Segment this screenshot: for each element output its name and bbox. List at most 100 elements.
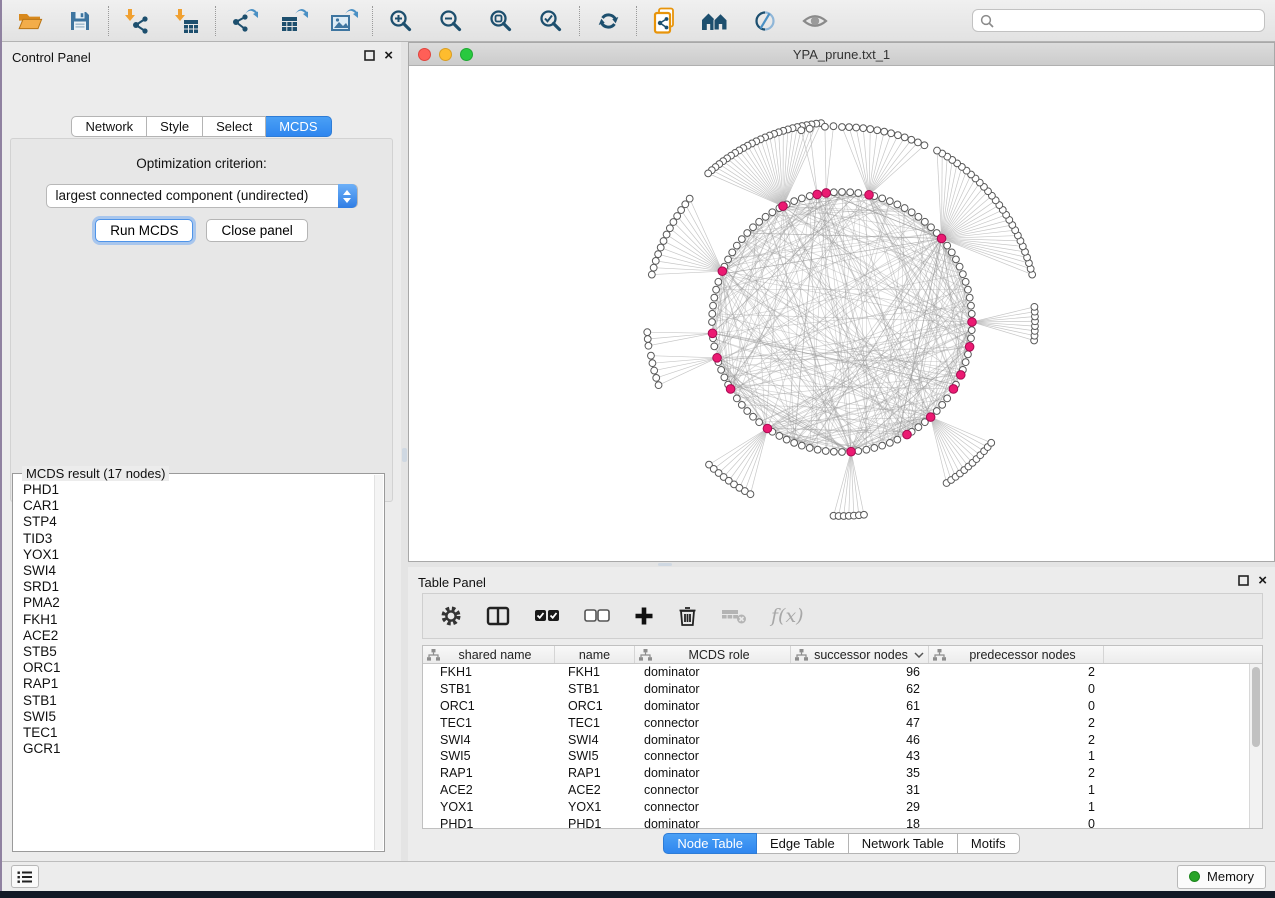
network-node[interactable] [965,351,972,358]
network-node[interactable] [776,433,783,440]
mcds-hub-node[interactable] [708,329,717,338]
satellite-node[interactable] [901,134,908,141]
network-node[interactable] [915,213,922,220]
result-item[interactable]: PHD1 [23,482,372,498]
network-node[interactable] [915,424,922,431]
home-networks-button[interactable] [700,6,730,36]
network-node[interactable] [738,236,745,243]
satellite-node[interactable] [921,142,928,149]
satellite-node[interactable] [645,342,652,349]
mcds-hub-node[interactable] [763,424,772,433]
network-node[interactable] [894,436,901,443]
export-table-button[interactable] [279,6,309,36]
show-columns-icon[interactable] [486,606,510,626]
close-window-icon[interactable] [418,48,431,61]
task-history-button[interactable] [11,865,39,888]
satellite-node[interactable] [652,257,659,264]
network-node[interactable] [968,310,975,317]
satellite-node[interactable] [650,264,657,271]
satellite-node[interactable] [747,491,754,498]
satellite-node[interactable] [830,123,837,130]
result-item[interactable]: PMA2 [23,595,372,611]
mcds-hub-node[interactable] [813,190,822,199]
export-network-button[interactable] [229,6,259,36]
satellite-node[interactable] [670,219,677,226]
satellite-node[interactable] [822,123,829,130]
satellite-node[interactable] [705,170,712,177]
satellite-node[interactable] [666,225,673,232]
zoom-out-button[interactable] [436,6,466,36]
satellite-node[interactable] [846,124,853,131]
open-session-button[interactable] [15,6,45,36]
add-column-icon[interactable] [634,606,654,626]
network-node[interactable] [733,395,740,402]
result-item[interactable]: SRD1 [23,579,372,595]
result-item[interactable]: SWI5 [23,709,372,725]
network-node[interactable] [744,230,751,237]
mcds-hub-node[interactable] [926,413,935,422]
column-header-successor-nodes[interactable]: successor nodes [791,646,929,663]
mcds-hub-node[interactable] [965,343,974,352]
network-node[interactable] [871,445,878,452]
network-node[interactable] [762,213,769,220]
run-mcds-button[interactable]: Run MCDS [95,219,193,242]
result-item[interactable]: TEC1 [23,725,372,741]
show-hide-eye-button[interactable] [800,6,830,36]
satellite-node[interactable] [915,139,922,146]
refresh-button[interactable] [593,6,623,36]
network-node[interactable] [962,359,969,366]
deselect-all-icon[interactable] [584,609,610,623]
satellite-node[interactable] [648,352,655,359]
network-node[interactable] [729,249,736,256]
tab-motifs[interactable]: Motifs [958,833,1020,854]
network-node[interactable] [715,278,722,285]
criterion-dropdown[interactable]: largest connected component (undirected) [46,184,358,208]
satellite-node[interactable] [888,130,895,137]
network-node[interactable] [886,198,893,205]
network-node[interactable] [933,408,940,415]
result-item[interactable]: STB1 [23,693,372,709]
satellite-node[interactable] [657,244,664,251]
mcds-hub-node[interactable] [937,234,946,243]
mcds-hub-node[interactable] [822,189,831,198]
delete-column-icon[interactable] [678,605,697,627]
network-node[interactable] [953,256,960,263]
network-frame-titlebar[interactable]: YPA_prune.txt_1 [409,43,1274,66]
satellite-node[interactable] [644,329,651,336]
table-row[interactable]: RAP1RAP1dominator352 [423,765,1249,782]
satellite-node[interactable] [867,126,874,133]
result-item[interactable]: ACE2 [23,628,372,644]
result-scrollbar[interactable] [374,475,383,850]
result-item[interactable]: TID3 [23,531,372,547]
network-node[interactable] [798,442,805,449]
network-node[interactable] [839,449,846,456]
export-image-button[interactable] [329,6,359,36]
satellite-node[interactable] [895,132,902,139]
network-node[interactable] [830,448,837,455]
tab-node-table[interactable]: Node Table [663,833,757,854]
zoom-fit-button[interactable] [486,6,516,36]
network-node[interactable] [968,327,975,334]
save-session-button[interactable] [65,6,95,36]
network-node[interactable] [718,366,725,373]
result-item[interactable]: FKH1 [23,612,372,628]
network-node[interactable] [769,209,776,216]
result-item[interactable]: STB5 [23,644,372,660]
network-node[interactable] [901,205,908,212]
import-table-button[interactable] [172,6,202,36]
column-header-predecessor-nodes[interactable]: predecessor nodes [929,646,1104,663]
close-panel-button[interactable]: Close panel [206,219,307,242]
tab-edge-table[interactable]: Edge Table [757,833,849,854]
network-node[interactable] [894,201,901,208]
table-settings-gear-icon[interactable] [440,605,462,627]
minimize-window-icon[interactable] [439,48,452,61]
network-node[interactable] [908,209,915,216]
satellite-node[interactable] [674,213,681,220]
network-node[interactable] [939,401,946,408]
network-node[interactable] [928,224,935,231]
network-node[interactable] [948,249,955,256]
table-row[interactable]: SWI5SWI5connector431 [423,748,1249,765]
network-node[interactable] [744,408,751,415]
satellite-node[interactable] [651,367,658,374]
network-node[interactable] [921,218,928,225]
